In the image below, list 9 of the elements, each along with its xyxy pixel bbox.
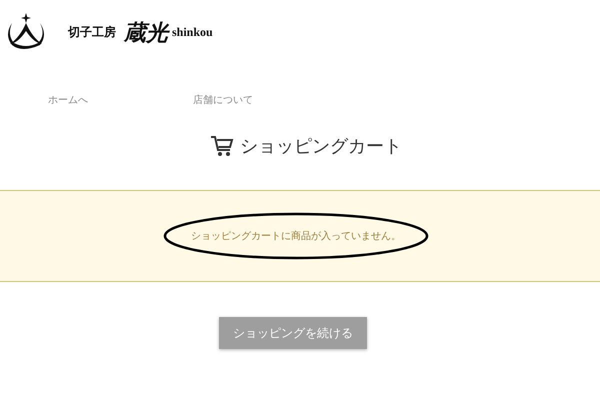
page-title: ショッピングカート: [240, 135, 402, 158]
nav-link[interactable]: ホームへ: [48, 93, 193, 107]
logo-subtext: shinkou: [172, 25, 213, 40]
logo-name: 蔵光: [124, 18, 168, 48]
cart-icon: [210, 135, 234, 157]
continue-shopping-button[interactable]: ショッピングを続ける: [219, 317, 367, 349]
nav-link[interactable]: 店舗について: [193, 93, 338, 107]
empty-cart-message: ショッピングカートに商品が入っていません。: [191, 230, 401, 243]
logo-text: 切子工房: [68, 24, 116, 41]
